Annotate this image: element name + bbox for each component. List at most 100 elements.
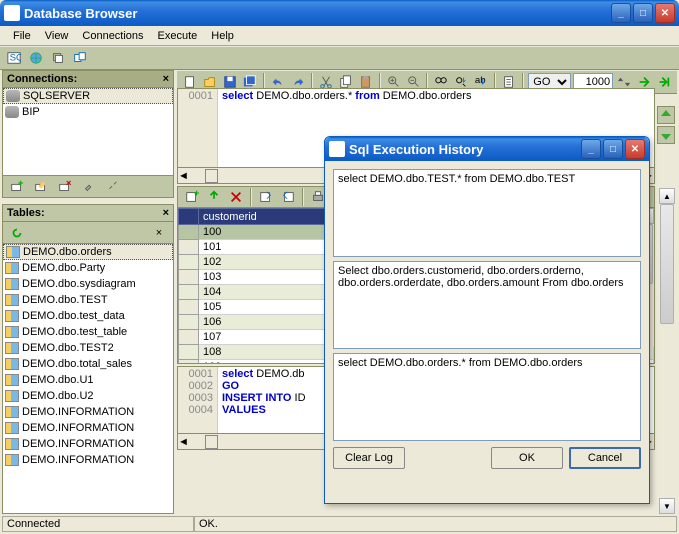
edit-connection-icon[interactable] [31,177,51,197]
remove-connection-icon[interactable]: × [55,177,75,197]
table-label: DEMO.INFORMATION [22,406,134,418]
sql-bottom-tab[interactable] [205,435,218,449]
menu-execute[interactable]: Execute [151,28,205,44]
plug-icon[interactable] [79,177,99,197]
connections-close-icon[interactable]: × [163,73,169,85]
menu-bar: File View Connections Execute Help [0,26,679,46]
globe-icon[interactable] [26,48,46,68]
menu-connections[interactable]: Connections [75,28,150,44]
table-label: DEMO.INFORMATION [22,422,134,434]
right-pane-scrollbar[interactable]: ▲▼ [659,188,677,514]
scroll-left-icon[interactable]: ◄ [178,170,189,182]
table-item[interactable]: DEMO.INFORMATION [3,404,173,420]
table-icon [5,294,19,306]
table-item[interactable]: DEMO.dbo.U1 [3,372,173,388]
tables-list[interactable]: DEMO.dbo.orders DEMO.dbo.Party DEMO.dbo.sy… [2,244,174,514]
table-item[interactable]: DEMO.dbo.TEST [3,292,173,308]
connections-tree[interactable]: SQLSERVER BIP [2,88,174,176]
connection-item[interactable]: SQLSERVER [3,88,173,104]
table-label: DEMO.dbo.U2 [22,390,94,402]
dialog-maximize-button[interactable]: □ [603,139,623,159]
table-item[interactable]: DEMO.dbo.Party [3,260,173,276]
app-icon [4,5,20,21]
add-connection-icon[interactable]: + [7,177,27,197]
dialog-minimize-button[interactable]: _ [581,139,601,159]
table-icon [5,374,19,386]
table-item[interactable]: DEMO.dbo.TEST2 [3,340,173,356]
table-icon [5,326,19,338]
maximize-button[interactable]: □ [633,3,653,23]
tables-panel-close-icon[interactable]: × [149,223,169,243]
nav-up-green-icon[interactable] [657,106,675,124]
menu-view[interactable]: View [38,28,76,44]
tables-panel: Tables: × × DEMO.dbo.orders DEMO.dbo.Part… [2,204,174,514]
table-icon [5,422,19,434]
connection-item[interactable]: BIP [3,104,173,120]
table-icon [5,342,19,354]
svg-text:SQL: SQL [10,53,21,64]
dialog-title: Sql Execution History [349,142,579,157]
grid-add-icon[interactable]: + [182,187,202,207]
sql-tab[interactable] [205,169,218,183]
table-label: DEMO.dbo.Party [22,262,105,274]
history-entry[interactable]: select DEMO.dbo.orders.* from DEMO.dbo.o… [333,353,641,441]
ok-button[interactable]: OK [491,447,563,469]
table-item[interactable]: DEMO.INFORMATION [3,420,173,436]
cancel-button[interactable]: Cancel [569,447,641,469]
table-icon [5,310,19,322]
nav-down-green-icon[interactable] [657,126,675,144]
sql-icon[interactable]: SQL [4,48,24,68]
database-icon [6,90,20,102]
table-item[interactable]: DEMO.dbo.orders [3,244,173,260]
table-item[interactable]: DEMO.dbo.test_table [3,324,173,340]
toolbar-primary: SQL [0,46,679,70]
main-titlebar: Database Browser _ □ ✕ [0,0,679,26]
line-number: 0002 [182,380,213,392]
copy-window-icon[interactable] [70,48,90,68]
connection-label: SQLSERVER [23,90,90,102]
table-item[interactable]: DEMO.dbo.U2 [3,388,173,404]
table-item[interactable]: DEMO.INFORMATION [3,436,173,452]
svg-text:+: + [18,180,24,189]
close-button[interactable]: ✕ [655,3,675,23]
tables-refresh-icon[interactable] [7,223,27,243]
menu-file[interactable]: File [6,28,38,44]
grid-delete-icon[interactable] [226,187,246,207]
table-label: DEMO.dbo.U1 [22,374,94,386]
table-item[interactable]: DEMO.dbo.sysdiagram [3,276,173,292]
table-label: DEMO.INFORMATION [22,454,134,466]
grid-export-icon[interactable] [256,187,276,207]
table-icon [5,454,19,466]
table-item[interactable]: DEMO.dbo.total_sales [3,356,173,372]
grid-header[interactable]: customerid [199,209,345,225]
table-icon [5,262,19,274]
grid-import-icon[interactable] [278,187,298,207]
table-label: DEMO.dbo.total_sales [22,358,132,370]
minimize-button[interactable]: _ [611,3,631,23]
dialog-icon [329,141,345,157]
table-icon [5,406,19,418]
unplug-icon[interactable] [103,177,123,197]
table-label: DEMO.dbo.test_data [22,310,125,322]
windows-icon[interactable] [48,48,68,68]
svg-text:×: × [66,180,72,189]
table-label: DEMO.dbo.orders [23,246,112,258]
history-entry[interactable]: Select dbo.orders.customerid, dbo.orders… [333,261,641,349]
tables-title: Tables: [7,207,45,219]
run-step-icon[interactable] [655,72,673,92]
scroll-left-icon[interactable]: ◄ [178,436,189,448]
history-entry[interactable]: select DEMO.dbo.TEST.* from DEMO.dbo.TES… [333,169,641,257]
grid-insert-icon[interactable] [204,187,224,207]
line-number: 0003 [182,392,213,404]
status-bar: Connected OK. [2,516,677,532]
tables-close-icon[interactable]: × [163,207,169,219]
table-icon [5,278,19,290]
status-message: OK. [194,516,677,532]
table-item[interactable]: DEMO.INFORMATION [3,452,173,468]
table-item[interactable]: DEMO.dbo.test_data [3,308,173,324]
dialog-close-button[interactable]: ✕ [625,139,645,159]
menu-help[interactable]: Help [204,28,241,44]
table-icon [6,246,20,258]
line-number: 0004 [182,404,213,416]
clear-log-button[interactable]: Clear Log [333,447,405,469]
